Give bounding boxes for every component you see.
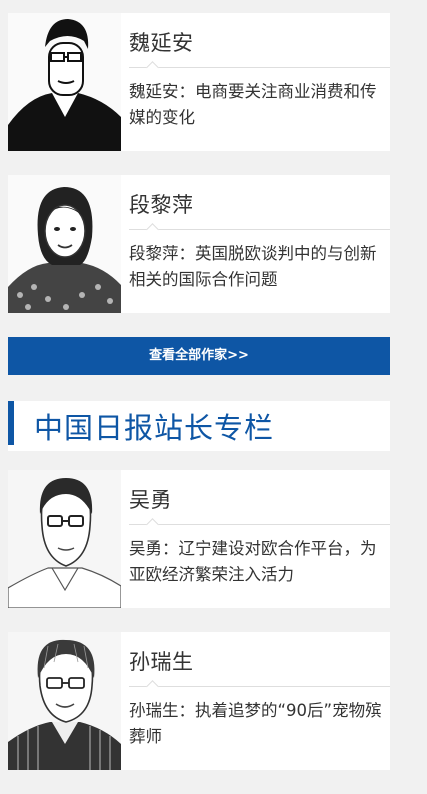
columnist-photo[interactable] bbox=[8, 13, 121, 151]
divider bbox=[129, 67, 390, 68]
divider-notch bbox=[146, 61, 159, 74]
station-chief-card[interactable]: 孙瑞生 孙瑞生：执着追梦的“90后”宠物殡葬师 bbox=[8, 632, 390, 770]
article-title-link[interactable]: 吴勇：辽宁建设对欧合作平台，为亚欧经济繁荣注入活力 bbox=[129, 536, 382, 588]
columnist-photo[interactable] bbox=[8, 632, 121, 770]
station-chief-card[interactable]: 吴勇 吴勇：辽宁建设对欧合作平台，为亚欧经济繁荣注入活力 bbox=[8, 470, 390, 608]
columnist-photo[interactable] bbox=[8, 175, 121, 313]
divider bbox=[129, 686, 390, 687]
section-title[interactable]: 中国日报站长专栏 bbox=[34, 405, 274, 447]
divider-notch bbox=[146, 223, 159, 236]
portrait-man-glasses-icon bbox=[8, 470, 121, 608]
divider-notch bbox=[146, 680, 159, 693]
section-header: 中国日报站长专栏 bbox=[8, 401, 390, 451]
divider-notch bbox=[146, 518, 159, 531]
columnist-name[interactable]: 魏延安 bbox=[129, 27, 194, 57]
columnist-name[interactable]: 吴勇 bbox=[129, 484, 172, 514]
columnist-name[interactable]: 段黎萍 bbox=[129, 189, 194, 219]
columnist-card[interactable]: 魏延安 魏延安：电商要关注商业消费和传媒的变化 bbox=[8, 13, 390, 151]
view-all-writers-button[interactable]: 查看全部作家>> bbox=[8, 337, 390, 375]
article-title-link[interactable]: 段黎萍：英国脱欧谈判中的与创新相关的国际合作问题 bbox=[129, 241, 382, 293]
portrait-man-glasses-icon bbox=[8, 632, 121, 770]
columnist-card[interactable]: 段黎萍 段黎萍：英国脱欧谈判中的与创新相关的国际合作问题 bbox=[8, 175, 390, 313]
divider bbox=[129, 524, 390, 525]
columnist-photo[interactable] bbox=[8, 470, 121, 608]
article-title-link[interactable]: 魏延安：电商要关注商业消费和传媒的变化 bbox=[129, 79, 382, 131]
portrait-woman-icon bbox=[8, 175, 121, 313]
divider bbox=[129, 229, 390, 230]
portrait-man-glasses-icon bbox=[8, 13, 121, 151]
article-title-link[interactable]: 孙瑞生：执着追梦的“90后”宠物殡葬师 bbox=[129, 698, 382, 750]
section-accent-bar bbox=[8, 401, 14, 445]
columnist-name[interactable]: 孙瑞生 bbox=[129, 646, 194, 676]
